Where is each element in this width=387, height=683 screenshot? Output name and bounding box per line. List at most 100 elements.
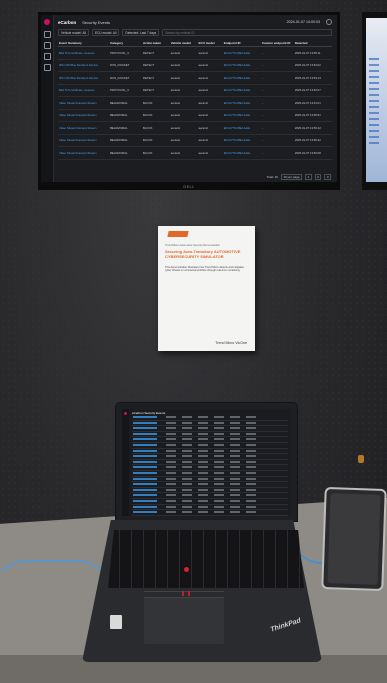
table-cell: - [260,96,294,110]
page-3-button[interactable]: 3 [324,174,331,180]
table-cell[interactable]: ECUv77ht-58ef-4a3a [222,109,261,122]
table-body: Bad TLS certificate, insecure PROTOCOL_V D… [58,46,332,160]
table-cell[interactable]: Bad TLS certificate, insecure [58,46,110,60]
table-cell: BLOCK [142,121,170,135]
table-cell: DETECT [142,46,170,60]
table-cell[interactable]: ECUv77ht-58ef-4a3a [222,46,261,60]
section-title: Security Events [82,19,111,25]
app-header: eCarbon Security Events 2024-01-07 14:00… [58,18,332,26]
table-cell[interactable]: ECUv77ht-58ef-4a3a [222,71,261,85]
table-row[interactable]: Bad TLS certificate, insecure PROTOCOL_V D… [58,84,332,97]
table-cell: 2025-01-07 13:53:13 [293,71,332,85]
column-header[interactable]: Endpoint ID [222,39,261,47]
column-header[interactable]: Detected [293,39,332,47]
table-cell: PROTOCOL_V [109,46,143,60]
smartphone [323,489,385,589]
table-cell[interactable]: Video Stream/Camera Stream [58,96,110,110]
pagination: Total: 26 10 per page 1 2 3 [267,174,331,180]
page-1-button[interactable]: 1 [304,174,312,180]
table-cell[interactable]: ECUv77ht-58ef-4a3a [222,84,261,97]
laptop-lid: eCarbon Security Events [116,403,297,521]
table-row[interactable]: Video Stream/Camera Stream BEHAVIORAL BLOC… [58,146,332,160]
table-cell: aeranH [197,109,223,122]
table-cell: DETECT [142,71,170,85]
touchpad [144,598,224,644]
table-row[interactable]: Video Stream/Camera Stream BEHAVIORAL BLOC… [58,121,332,135]
alerts-icon[interactable] [43,42,51,49]
table-cell: 2025-01-07 13:50:42 [293,121,332,135]
table-cell: - [260,109,294,122]
page-2-button[interactable]: 2 [314,174,322,180]
table-cell: 2025-01-07 13:55:11 [293,46,332,60]
table-cell: BEHAVIORAL [109,146,143,160]
table-cell: BLOCK [142,109,170,122]
table-cell[interactable]: Video Stream/Camera Stream [58,134,110,147]
vehicles-icon[interactable] [43,53,51,60]
table-cell[interactable]: IDS CAN Bus Denial-of-Service [58,71,110,85]
table-cell: aeranH [197,71,223,85]
table-cell: - [260,146,294,160]
table-row[interactable]: Video Stream/Camera Stream BEHAVIORAL BLOC… [58,96,332,110]
table-cell: aeranH [169,84,198,97]
table-cell: BLOCK [142,96,170,110]
table-cell[interactable]: ECUv77ht-58ef-4a3a [222,146,261,160]
table-row[interactable]: Video Stream/Camera Stream BEHAVIORAL BLOC… [58,134,332,147]
table-row[interactable]: Video Stream/Camera Stream BEHAVIORAL BLOC… [58,109,332,122]
settings-icon[interactable] [43,64,51,71]
column-header[interactable]: Custom endpoint ID [260,39,294,47]
table-cell: DOS_DOCKET [109,71,143,85]
column-header[interactable]: Event Summary [58,39,110,47]
placard-accent-tab [167,231,189,237]
table-cell: DOS_DOCKET [109,59,143,72]
filter-vehicle-model[interactable]: Vehicle model: All [58,29,89,36]
monitor-screen: eCarbon Security Events 2024-01-07 14:00… [41,15,337,182]
table-cell[interactable]: IDS CAN Bus Denial-of-Service [58,59,110,72]
table-cell[interactable]: ECUv77ht-58ef-4a3a [222,96,261,110]
table-cell: aeranH [169,71,198,85]
table-cell: aeranH [169,121,198,135]
app-logo-icon [44,19,50,25]
second-monitor-screen [366,18,387,182]
filter-ecu-model[interactable]: ECU model: All [91,29,120,36]
table-cell: BLOCK [142,146,170,160]
table-cell[interactable]: ECUv77ht-58ef-4a3a [222,134,261,147]
table-cell[interactable]: ECUv77ht-58ef-4a3a [222,59,261,72]
filter-detected[interactable]: Detected: Last 7 days [122,29,160,36]
wall-bracket [358,455,364,463]
table-row[interactable]: Bad TLS certificate, insecure PROTOCOL_V D… [58,46,332,60]
table-header-row: Event Summary Category Action taken Vehi… [58,39,332,47]
placard-body: This demonstration illustrates how Trend… [165,266,244,273]
table-row[interactable]: IDS CAN Bus Denial-of-Service DOS_DOCKET D… [58,71,332,85]
dashboard-icon[interactable] [43,31,51,38]
app-name: eCarbon [58,19,77,25]
table-cell[interactable]: Bad TLS certificate, insecure [58,84,110,97]
table-cell: 2025-01-07 13:50:51 [293,109,332,122]
table-cell: DETECT [142,84,170,97]
rows-per-page-select[interactable]: 10 per page [280,174,302,180]
table-cell[interactable]: Video Stream/Camera Stream [58,146,110,160]
table-cell: aeranH [169,134,198,147]
table-cell: BEHAVIORAL [109,109,143,122]
refresh-icon[interactable] [326,19,332,25]
table-cell: aeranH [197,96,223,110]
column-header[interactable]: Vehicle model [169,39,198,47]
table-cell: 2025-01-07 13:50:22 [293,134,332,147]
table-cell[interactable]: Video Stream/Camera Stream [58,121,110,135]
app-logo-icon [124,412,127,415]
table-cell: BEHAVIORAL [109,134,143,147]
search-input[interactable]: Search by vehicle ID [162,29,332,36]
laptop-keyboard [108,530,304,588]
table-cell: aeranH [169,96,198,110]
table-row[interactable]: IDS CAN Bus Denial-of-Service DOS_DOCKET D… [58,59,332,72]
table-cell: aeranH [169,59,198,72]
table-cell[interactable]: Video Stream/Camera Stream [58,109,110,122]
table-cell: 2025-01-07 13:50:08 [293,146,332,160]
column-header[interactable]: Action taken [142,39,170,47]
table-cell: 2025-01-07 13:52:07 [293,84,332,97]
table-cell: aeranH [197,121,223,135]
table-cell[interactable]: ECUv77ht-58ef-4a3a [222,121,261,135]
laptop-sticker [110,615,122,629]
column-header[interactable]: ECU model [197,39,223,47]
touchpad-buttons [144,591,224,598]
column-header[interactable]: Category [109,39,143,47]
